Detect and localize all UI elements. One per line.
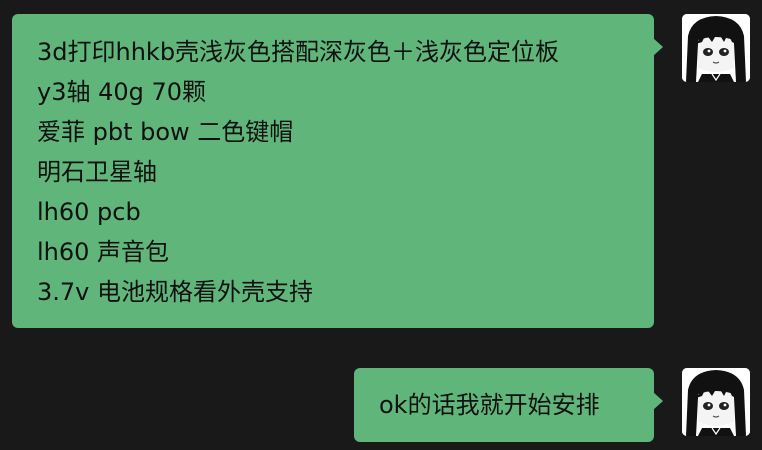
avatar[interactable] [682,368,750,436]
avatar[interactable] [682,14,750,82]
anime-girl-avatar-icon [682,368,750,436]
chat-area: 3d打印hhkb壳浅灰色搭配深灰色＋浅灰色定位板 y3轴 40g 70颗 爱菲 … [0,0,762,450]
message-line: lh60 声音包 [37,238,170,266]
message-line: y3轴 40g 70颗 [37,78,207,106]
anime-girl-avatar-icon [682,14,750,82]
message-line: 3.7v 电池规格看外壳支持 [37,278,313,306]
message-line: lh60 pcb [37,198,141,226]
message-line: 3d打印hhkb壳浅灰色搭配深灰色＋浅灰色定位板 [37,38,560,66]
message-line: 爱菲 pbt bow 二色键帽 [37,118,294,146]
message-line: 明石卫星轴 [37,158,157,186]
message-line: ok的话我就开始安排 [379,391,600,419]
message-bubble[interactable]: 3d打印hhkb壳浅灰色搭配深灰色＋浅灰色定位板 y3轴 40g 70颗 爱菲 … [12,14,663,328]
message-bubble[interactable]: ok的话我就开始安排 [354,368,663,442]
